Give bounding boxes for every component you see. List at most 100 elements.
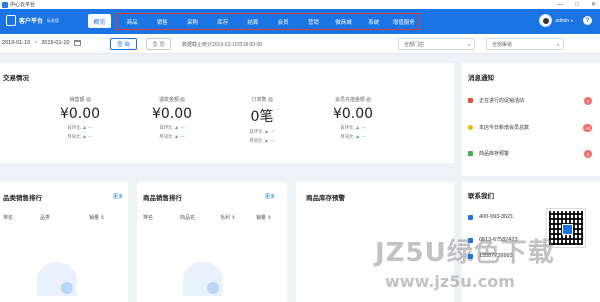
date-range-picker[interactable]: 2019-01-10 ~ 2019-01-10: [2, 40, 81, 46]
info-icon[interactable]: ?: [85, 97, 91, 102]
calendar-icon[interactable]: [73, 40, 81, 46]
month-compare-value: ---: [180, 134, 185, 139]
metric-label: 会员充值金额: [334, 97, 365, 103]
user-name[interactable]: admin: [555, 18, 569, 24]
trade-overview-title: 交易情况: [3, 75, 29, 82]
watermark-url: www.jz5u.com: [385, 272, 515, 291]
chevron-down-icon: ▾: [467, 41, 470, 47]
notice-badge: 0: [584, 97, 592, 105]
metric-label: 退款金额: [158, 97, 179, 103]
col-quantity[interactable]: 销量 ⇕: [256, 214, 272, 221]
nav-item-marketing[interactable]: 营销: [298, 18, 328, 26]
top-navigation: 客户平台 标准版 概览 商品 销售 采购 库存 结算 会员 营销 微商城 系统 …: [0, 9, 600, 34]
metric-value: ¥0.00: [59, 106, 101, 122]
watermark: JZ5U绿色下载 www.jz5u.com: [375, 232, 600, 300]
avatar[interactable]: [539, 14, 553, 27]
nav-item-wechat-mall[interactable]: 微商城: [328, 18, 358, 26]
notice-item-promotions[interactable]: 正在进行的促销活动: [468, 97, 524, 104]
nav-item-settlement[interactable]: 结算: [238, 18, 268, 26]
nav-item-member[interactable]: 会员: [268, 18, 298, 26]
notice-label[interactable]: 正在进行的促销活动: [479, 97, 524, 104]
user-menu[interactable]: admin ▾ ?: [539, 14, 592, 27]
col-rank: 排名: [3, 215, 14, 221]
query-button[interactable]: 查 询: [110, 38, 137, 50]
arrow-up-icon: ▲: [174, 134, 179, 140]
nav-item-value-added[interactable]: 增值服务: [389, 18, 419, 26]
app-icon: [2, 1, 8, 8]
notice-item-stock-warning[interactable]: 商品库存预警: [468, 150, 509, 157]
notice-item-new-members[interactable]: 本店今日新增会员总数: [468, 124, 529, 131]
metric-member-recharge: 会员充值金额? ¥0.00 日环比 ▲ --- 月同比 ▲ ---: [303, 96, 403, 140]
nav-item-system[interactable]: 系统: [359, 18, 389, 26]
brand: 客户平台 标准版: [6, 15, 59, 26]
nav-item-goods[interactable]: 商品: [117, 18, 147, 26]
stock-warning-title: 商品库存预警: [306, 195, 345, 202]
category-rank-title: 品类销售排行: [3, 195, 42, 202]
notice-label[interactable]: 本店今日新增会员总数: [479, 124, 529, 131]
info-icon[interactable]: ?: [366, 97, 371, 102]
arrow-up-icon: ▲: [264, 138, 269, 144]
info-icon[interactable]: ?: [267, 97, 273, 102]
month-compare-label: 月同比: [67, 134, 81, 139]
day-compare-label: 日环比: [249, 129, 263, 134]
category-sales-rank-panel: 品类销售排行 更多 排名 品类 销量 ⇕: [0, 182, 128, 302]
store-select-value: 全部门店: [404, 41, 425, 48]
channel-select[interactable]: 全部渠道 ▾: [486, 38, 564, 50]
col-quantity[interactable]: 销量 ⇕: [89, 214, 105, 221]
col-margin[interactable]: 毛利 ⇕: [220, 214, 236, 221]
data-cutoff-note: 数据截止统计2019-01-10日18:00:00: [182, 42, 263, 48]
store-select[interactable]: 全部门店 ▾: [398, 38, 475, 50]
date-separator: ~: [34, 40, 38, 46]
date-start[interactable]: 2019-01-10: [2, 40, 30, 46]
window-title: 中心云平台: [10, 2, 36, 8]
notice-badge: +0: [582, 124, 592, 132]
month-compare-label: 月同比: [340, 134, 354, 139]
contact-phone: 400-993-3621: [468, 214, 513, 220]
arrow-up-icon: ▲: [264, 129, 269, 135]
month-compare-value: ---: [88, 134, 93, 139]
metric-value: ¥0.00: [151, 106, 193, 122]
reset-button[interactable]: 重 置: [146, 38, 171, 50]
day-compare-label: 日环比: [159, 125, 173, 130]
nav-item-purchase[interactable]: 采购: [177, 18, 207, 26]
month-compare-label: 月同比: [249, 138, 263, 143]
brand-name: 客户平台: [19, 19, 44, 25]
notice-label[interactable]: 商品库存预警: [479, 150, 509, 157]
metric-orders: 订单数? 0笔 日环比 ▲ --- 月同比 ▲ ---: [212, 96, 312, 144]
empty-state-illustration: [37, 262, 77, 296]
phone-icon: [468, 214, 473, 220]
window-controls: — □ ✕: [557, 0, 596, 9]
member-icon: [468, 125, 473, 130]
day-compare-value: ---: [361, 125, 366, 130]
info-icon[interactable]: ?: [180, 97, 185, 102]
empty-state-illustration: [183, 262, 223, 296]
notice-badge: 0: [584, 150, 592, 158]
close-icon[interactable]: ✕: [591, 1, 596, 8]
day-compare-value: ---: [180, 125, 185, 130]
filter-bar: 2019-01-10 ~ 2019-01-10 查 询 重 置 数据截止统计20…: [0, 34, 600, 54]
metric-sales: 销售额? ¥0.00 日环比 ▲ --- 月同比 ▲ ---: [30, 96, 130, 140]
metric-label: 订单数: [251, 97, 267, 103]
help-icon[interactable]: ?: [583, 16, 592, 25]
nav-item-sales[interactable]: 销售: [147, 18, 177, 26]
flag-icon: [468, 98, 473, 103]
day-compare-value: ---: [88, 125, 93, 130]
main-menu: 商品 销售 采购 库存 结算 会员 营销 微商城 系统 增值服务: [116, 13, 420, 30]
metric-value: 0笔: [250, 109, 274, 125]
nav-item-inventory[interactable]: 库存: [208, 18, 238, 26]
category-rank-more-link[interactable]: 更多: [113, 193, 123, 200]
contact-title: 联系我们: [468, 193, 494, 200]
maximize-icon[interactable]: □: [575, 2, 579, 8]
goods-rank-more-link[interactable]: 更多: [265, 193, 275, 200]
day-compare-label: 日环比: [67, 125, 81, 130]
minimize-icon[interactable]: —: [557, 2, 563, 8]
arrow-up-icon: ▲: [355, 125, 360, 131]
goods-sales-rank-panel: 商品销售排行 更多 排名 商品名 毛利 ⇕ 销量 ⇕: [137, 182, 287, 302]
chevron-down-icon: ▾: [556, 41, 559, 47]
chevron-down-icon[interactable]: ▾: [571, 18, 573, 23]
col-rank: 排名: [143, 215, 154, 221]
window-titlebar: 中心云平台 — □ ✕: [0, 0, 600, 9]
date-end[interactable]: 2019-01-10: [41, 40, 69, 46]
nav-overview-tab[interactable]: 概览: [88, 14, 111, 28]
channel-select-value: 全部渠道: [492, 41, 513, 48]
